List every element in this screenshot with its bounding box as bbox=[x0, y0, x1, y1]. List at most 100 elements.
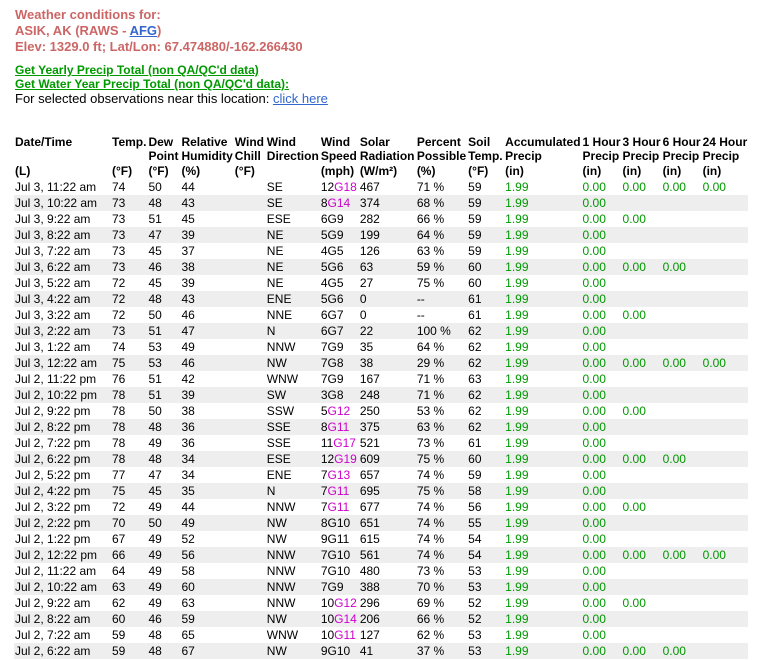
cell-precip-24h bbox=[701, 435, 749, 451]
cell-accumulated-precip: 1.99 bbox=[504, 467, 582, 483]
cell-temperature: 70 bbox=[111, 515, 148, 531]
cell-precip-6h bbox=[661, 531, 702, 547]
cell-wind-speed: 4G5 bbox=[319, 275, 359, 291]
cell-precip-24h bbox=[701, 339, 749, 355]
cell-temperature: 78 bbox=[111, 387, 148, 403]
wind-speed-value: 9G10 bbox=[320, 644, 351, 658]
cell-wind-chill bbox=[233, 179, 266, 195]
column-header-14-l2: Precip bbox=[702, 149, 740, 163]
cell-dew-point: 50 bbox=[147, 515, 181, 531]
yearly-precip-link[interactable]: Get Yearly Precip Total (non QA/QC'd dat… bbox=[15, 63, 259, 77]
column-header-2-l1: Dew bbox=[148, 135, 174, 149]
cell-dew-point: 49 bbox=[147, 579, 181, 595]
cell-precip-1h: 0.00 bbox=[581, 547, 622, 563]
afg-link[interactable]: AFG bbox=[130, 23, 157, 38]
cell-precip-1h: 0.00 bbox=[581, 403, 622, 419]
cell-solar-radiation: 250 bbox=[358, 403, 416, 419]
column-header-1-l1: Temp. bbox=[112, 135, 147, 149]
table-row: Jul 2, 6:22 pm 78 48 34 ESE 12G19 609 75 % 60 1.9… bbox=[14, 451, 749, 467]
cell-precip-6h bbox=[661, 307, 702, 323]
cell-relative-humidity: 39 bbox=[180, 275, 234, 291]
cell-relative-humidity: 39 bbox=[180, 227, 234, 243]
cell-percent-possible: 69 % bbox=[415, 595, 468, 611]
table-row: Jul 3, 7:22 am 73 45 37 NE 4G5 126 63 % 59 1.99 0.… bbox=[14, 243, 749, 259]
station-suffix: ) bbox=[157, 23, 162, 38]
cell-wind-chill bbox=[233, 531, 266, 547]
cell-wind-speed: 5G9 bbox=[319, 227, 359, 243]
cell-precip-6h bbox=[661, 243, 702, 259]
cell-dew-point: 48 bbox=[147, 195, 181, 211]
cell-relative-humidity: 39 bbox=[180, 387, 234, 403]
cell-solar-radiation: 248 bbox=[358, 387, 416, 403]
cell-wind-speed: 11G17 bbox=[319, 435, 359, 451]
table-row: Jul 2, 9:22 am 62 49 63 NNW 10G12 296 69 % 52 1.9… bbox=[14, 595, 749, 611]
cell-accumulated-precip: 1.99 bbox=[504, 243, 582, 259]
cell-date-time: Jul 3, 1:22 am bbox=[14, 339, 111, 355]
cell-wind-chill bbox=[233, 611, 266, 627]
cell-soil-temp: 61 bbox=[467, 291, 505, 307]
column-header-12-l3: (in) bbox=[622, 164, 642, 178]
cell-accumulated-precip: 1.99 bbox=[504, 211, 582, 227]
cell-precip-3h: 0.00 bbox=[621, 547, 662, 563]
cell-accumulated-precip: 1.99 bbox=[504, 643, 582, 659]
cell-dew-point: 45 bbox=[147, 483, 181, 499]
cell-precip-3h bbox=[621, 515, 662, 531]
cell-precip-24h bbox=[701, 259, 749, 275]
cell-accumulated-precip: 1.99 bbox=[504, 611, 582, 627]
column-header-1-l2 bbox=[111, 149, 147, 163]
cell-wind-speed: 7G11 bbox=[319, 483, 359, 499]
cell-percent-possible: 29 % bbox=[415, 355, 468, 371]
column-header-10-l3: (in) bbox=[505, 164, 524, 178]
wind-speed-value: 7G10 bbox=[320, 548, 351, 562]
cell-precip-3h: 0.00 bbox=[621, 179, 662, 195]
column-header-7-l2: Radiation bbox=[359, 149, 415, 163]
cell-accumulated-precip: 1.99 bbox=[504, 259, 582, 275]
cell-precip-6h: 0.00 bbox=[661, 643, 702, 659]
wind-speed-value: 8G10 bbox=[320, 516, 351, 530]
cell-dew-point: 45 bbox=[147, 243, 181, 259]
cell-soil-temp: 62 bbox=[467, 323, 505, 339]
cell-wind-chill bbox=[233, 323, 266, 339]
cell-soil-temp: 59 bbox=[467, 195, 505, 211]
click-here-link[interactable]: click here bbox=[273, 91, 328, 106]
cell-wind-chill bbox=[233, 259, 266, 275]
cell-temperature: 67 bbox=[111, 531, 148, 547]
cell-precip-24h bbox=[701, 419, 749, 435]
table-row: Jul 3, 4:22 am 72 48 43 ENE 5G6 0 -- 61 1.99 0.00 bbox=[14, 291, 749, 307]
cell-date-time: Jul 2, 7:22 am bbox=[14, 627, 111, 643]
cell-relative-humidity: 43 bbox=[180, 291, 234, 307]
cell-precip-6h bbox=[661, 339, 702, 355]
cell-wind-direction: ESE bbox=[265, 211, 320, 227]
cell-accumulated-precip: 1.99 bbox=[504, 563, 582, 579]
cell-accumulated-precip: 1.99 bbox=[504, 195, 582, 211]
cell-temperature: 75 bbox=[111, 355, 148, 371]
wind-speed-value: 5G6 bbox=[320, 292, 344, 306]
cell-accumulated-precip: 1.99 bbox=[504, 403, 582, 419]
cell-temperature: 73 bbox=[111, 211, 148, 227]
column-header-5-l1: Wind bbox=[266, 135, 297, 149]
cell-wind-direction: WNW bbox=[265, 371, 320, 387]
cell-relative-humidity: 59 bbox=[180, 611, 234, 627]
cell-solar-radiation: 38 bbox=[358, 355, 416, 371]
cell-precip-6h bbox=[661, 467, 702, 483]
wind-speed-value: 5 bbox=[320, 404, 328, 418]
column-header-12-l1: 3 Hour bbox=[622, 135, 661, 149]
cell-precip-24h bbox=[701, 499, 749, 515]
cell-solar-radiation: 126 bbox=[358, 243, 416, 259]
column-header-7-l1: Solar bbox=[359, 135, 390, 149]
table-row: Jul 3, 5:22 am 72 45 39 NE 4G5 27 75 % 60 1.99 0.0… bbox=[14, 275, 749, 291]
cell-soil-temp: 56 bbox=[467, 499, 505, 515]
cell-wind-direction: SE bbox=[265, 195, 320, 211]
cell-wind-speed: 10G14 bbox=[319, 611, 359, 627]
cell-date-time: Jul 2, 9:22 am bbox=[14, 595, 111, 611]
cell-soil-temp: 54 bbox=[467, 547, 505, 563]
wind-speed-value: 8 bbox=[320, 420, 328, 434]
column-header-1-l3: (°F) bbox=[112, 164, 133, 178]
cell-precip-24h bbox=[701, 531, 749, 547]
cell-precip-6h bbox=[661, 563, 702, 579]
cell-precip-6h: 0.00 bbox=[661, 259, 702, 275]
cell-date-time: Jul 2, 1:22 pm bbox=[14, 531, 111, 547]
column-header-11-l3: (in) bbox=[582, 164, 602, 178]
water-year-precip-link[interactable]: Get Water Year Precip Total (non QA/QC'd… bbox=[15, 77, 289, 91]
column-header-0-l2 bbox=[14, 149, 111, 163]
